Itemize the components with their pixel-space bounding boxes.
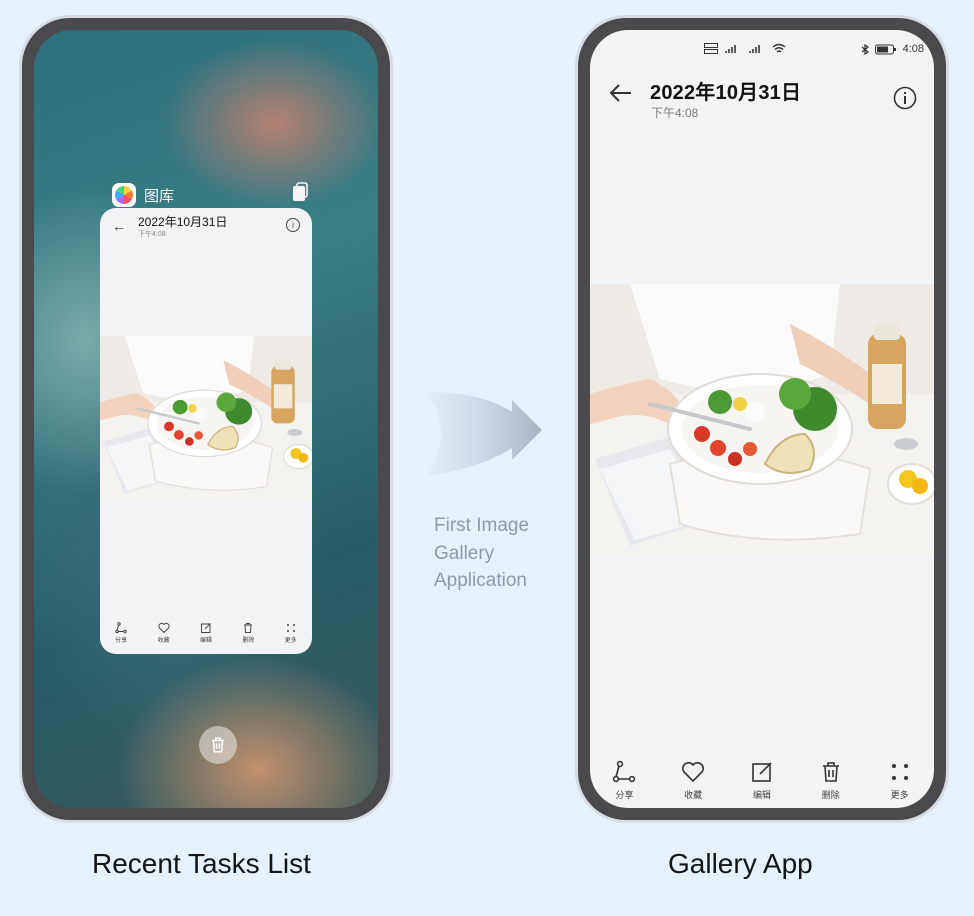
arrow-caption-line-2: Gallery	[434, 542, 495, 564]
more-button[interactable]: 更多	[875, 760, 925, 808]
favorite-button[interactable]: 收藏	[668, 760, 718, 808]
card-photo	[100, 336, 312, 500]
card-more-label: 更多	[284, 638, 297, 644]
trash-icon	[822, 762, 839, 782]
back-arrow-icon: ←	[112, 218, 126, 234]
trash-icon	[212, 737, 224, 753]
gallery-screen: 4:08 2022年10月31日 下午4:08 分享 收藏 编辑 删除 更多	[590, 30, 934, 808]
photo-view[interactable]	[590, 284, 934, 556]
signal-icon	[725, 45, 736, 53]
more-icon	[286, 624, 295, 632]
more-label: 更多	[890, 790, 909, 800]
recent-tasks-caption: Recent Tasks List	[92, 848, 311, 879]
trash-icon	[244, 623, 253, 633]
wifi-icon	[772, 43, 786, 53]
edit-button[interactable]: 编辑	[737, 760, 787, 808]
task-card-header: 图库	[112, 180, 312, 210]
favorite-label: 收藏	[684, 790, 703, 800]
info-icon[interactable]	[893, 86, 917, 110]
gallery-toolbar: 分享 收藏 编辑 删除 更多	[590, 760, 934, 808]
share-icon	[613, 760, 636, 783]
signal-2-icon	[749, 45, 760, 53]
card-edit: 编辑	[191, 622, 221, 648]
photo-time: 下午4:08	[651, 106, 699, 120]
more-icon	[891, 764, 908, 780]
heart-icon	[682, 762, 705, 783]
status-time: 4:08	[902, 43, 924, 55]
gallery-app-icon	[112, 183, 136, 207]
arrow-caption: First Image Gallery Application	[434, 512, 529, 595]
info-icon: i	[286, 218, 300, 232]
gallery-task-card[interactable]: ← 2022年10月31日 下午4:08 i 分享 收藏 编辑 删除 更多	[100, 208, 312, 654]
delete-label: 删除	[821, 790, 840, 800]
task-app-name: 图库	[144, 187, 175, 205]
card-date: 2022年10月31日	[138, 215, 228, 229]
clear-all-tasks-button[interactable]	[199, 726, 237, 764]
heart-icon	[158, 622, 170, 634]
share-label: 分享	[615, 790, 634, 800]
recent-tasks-screen: 图库 ← 2022年10月31日 下午4:08 i 分享 收藏 编辑 删除 更多	[34, 30, 378, 808]
card-share-label: 分享	[115, 638, 128, 644]
status-right: 4:08	[861, 43, 924, 55]
photo-date: 2022年10月31日	[650, 82, 802, 104]
gallery-app-caption: Gallery App	[668, 848, 813, 879]
status-left	[704, 43, 786, 54]
card-edit-label: 编辑	[199, 638, 212, 644]
lock-task-icon[interactable]	[292, 182, 308, 202]
edit-label: 编辑	[752, 790, 771, 800]
card-delete: 删除	[233, 622, 263, 648]
card-favorite-label: 收藏	[157, 638, 170, 644]
share-icon	[115, 622, 127, 634]
card-time: 下午4:08	[138, 231, 166, 238]
arrow-caption-line-3: Application	[434, 570, 527, 591]
card-toolbar: 分享 收藏 编辑 删除 更多	[100, 622, 312, 648]
edit-icon	[200, 623, 211, 633]
card-favorite: 收藏	[149, 622, 179, 648]
status-bar: 4:08	[590, 30, 934, 60]
card-share: 分享	[106, 622, 136, 648]
card-more: 更多	[276, 622, 306, 648]
edit-icon	[752, 762, 772, 782]
share-button[interactable]: 分享	[599, 760, 649, 808]
transition-arrow-icon	[426, 392, 542, 476]
gallery-phone: 4:08 2022年10月31日 下午4:08 分享 收藏 编辑 删除 更多	[578, 18, 946, 820]
bluetooth-icon	[861, 43, 869, 55]
arrow-caption-line-1: First Image	[434, 515, 530, 536]
delete-button[interactable]: 删除	[806, 760, 856, 808]
recent-tasks-phone: 图库 ← 2022年10月31日 下午4:08 i 分享 收藏 编辑 删除 更多	[22, 18, 390, 820]
hd-icon	[704, 43, 718, 54]
battery-icon	[874, 44, 896, 54]
back-arrow-icon[interactable]	[610, 84, 632, 102]
card-delete-label: 删除	[242, 638, 255, 644]
